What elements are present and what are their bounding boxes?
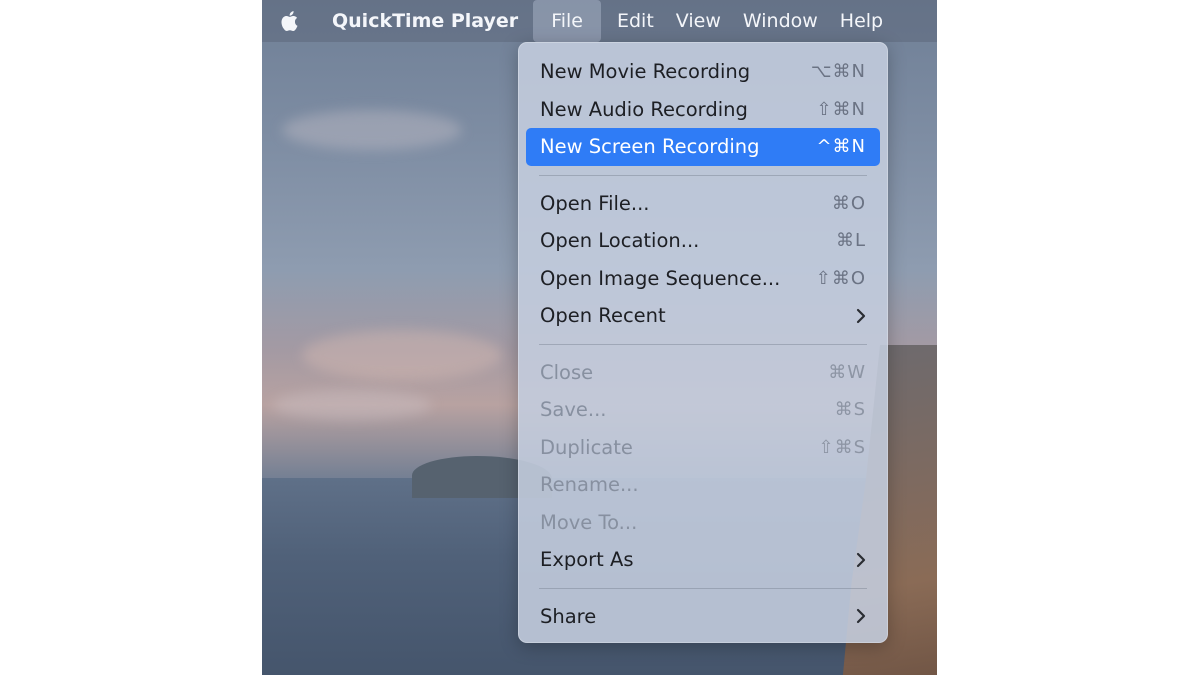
menu-item-shortcut: ⇧⌘O — [815, 267, 866, 289]
menu-item-label: Close — [540, 360, 594, 384]
menu-item-open-image-sequence[interactable]: Open Image Sequence... ⇧⌘O — [526, 260, 880, 298]
menu-bar: QuickTime Player File Edit View Window H… — [262, 0, 937, 42]
menubar-file[interactable]: File — [533, 0, 601, 42]
menu-item-move-to[interactable]: Move To... — [526, 504, 880, 542]
menu-item-open-recent[interactable]: Open Recent — [526, 297, 880, 335]
desktop-wallpaper: QuickTime Player File Edit View Window H… — [262, 0, 937, 675]
menu-separator — [539, 587, 867, 589]
menu-item-label: Open Image Sequence... — [540, 266, 781, 290]
menu-item-new-audio-recording[interactable]: New Audio Recording ⇧⌘N — [526, 91, 880, 129]
menu-item-label: Duplicate — [540, 435, 633, 459]
menu-item-label: New Screen Recording — [540, 135, 760, 159]
menu-item-export-as[interactable]: Export As — [526, 541, 880, 579]
menu-item-label: Rename... — [540, 473, 639, 497]
menu-item-label: New Movie Recording — [540, 60, 751, 84]
file-menu-dropdown: New Movie Recording ⌥⌘N New Audio Record… — [518, 42, 888, 643]
menubar-edit[interactable]: Edit — [606, 0, 665, 42]
menubar-help[interactable]: Help — [829, 0, 894, 42]
menu-item-label: Share — [540, 604, 597, 628]
menu-item-open-file[interactable]: Open File... ⌘O — [526, 185, 880, 223]
menu-item-rename[interactable]: Rename... — [526, 466, 880, 504]
menu-separator — [539, 343, 867, 345]
menu-item-shortcut: ⇧⌘S — [818, 436, 866, 458]
wallpaper-cloud — [302, 330, 502, 380]
chevron-right-icon — [856, 308, 866, 323]
menu-item-close[interactable]: Close ⌘W — [526, 354, 880, 392]
menu-item-shortcut: ⌘S — [834, 399, 866, 421]
menu-item-shortcut: ⌘W — [828, 361, 866, 383]
menu-item-open-location[interactable]: Open Location... ⌘L — [526, 222, 880, 260]
menu-item-shortcut: ⌘O — [831, 192, 866, 214]
menu-item-label: Move To... — [540, 510, 638, 534]
chevron-right-icon — [856, 609, 866, 624]
menu-item-duplicate[interactable]: Duplicate ⇧⌘S — [526, 429, 880, 467]
menu-item-shortcut: ^⌘N — [816, 136, 866, 158]
wallpaper-cloud — [282, 110, 462, 150]
menu-item-shortcut: ⇧⌘N — [816, 98, 866, 120]
menu-item-new-movie-recording[interactable]: New Movie Recording ⌥⌘N — [526, 53, 880, 91]
menu-item-save[interactable]: Save... ⌘S — [526, 391, 880, 429]
menu-item-shortcut: ⌥⌘N — [810, 61, 866, 83]
menu-item-label: Open File... — [540, 191, 650, 215]
menu-item-label: Save... — [540, 398, 607, 422]
menubar-view[interactable]: View — [665, 0, 732, 42]
menu-item-shortcut: ⌘L — [835, 230, 866, 252]
menubar-app-name[interactable]: QuickTime Player — [310, 0, 529, 42]
menu-item-label: New Audio Recording — [540, 97, 748, 121]
menu-item-label: Open Recent — [540, 304, 666, 328]
menu-item-label: Open Location... — [540, 229, 700, 253]
wallpaper-cloud — [272, 390, 432, 420]
menu-item-label: Export As — [540, 548, 634, 572]
chevron-right-icon — [856, 552, 866, 567]
apple-logo-icon[interactable] — [278, 10, 300, 32]
menu-separator — [539, 174, 867, 176]
menubar-window[interactable]: Window — [732, 0, 829, 42]
menu-item-new-screen-recording[interactable]: New Screen Recording ^⌘N — [526, 128, 880, 166]
menu-item-share[interactable]: Share — [526, 598, 880, 636]
